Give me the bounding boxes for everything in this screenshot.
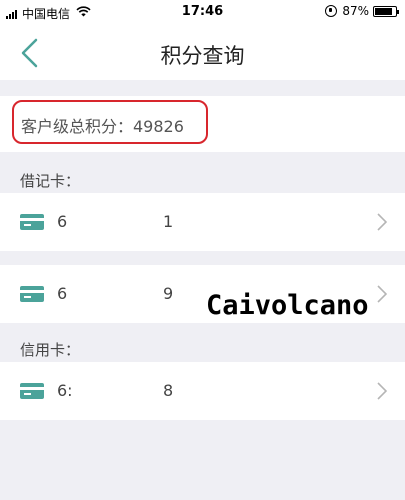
credit-card-row[interactable]: 6: 8 xyxy=(0,362,405,420)
status-right: 87% xyxy=(325,4,399,18)
status-bar: 中国电信 17:46 87% xyxy=(0,0,405,26)
chevron-right-icon xyxy=(377,213,387,231)
page-title: 积分查询 xyxy=(160,44,245,68)
rotation-lock-icon xyxy=(325,5,338,17)
total-score-row: 客户级总积分：49826 xyxy=(0,96,405,152)
battery-fill xyxy=(375,7,393,15)
card-number-start: 6 xyxy=(57,284,68,303)
debit-card-row[interactable]: 6 1 xyxy=(0,193,405,251)
debit-section-label: 借记卡： xyxy=(20,172,81,190)
card-icon xyxy=(20,286,44,302)
card-number-end: 8 xyxy=(163,381,174,400)
card-number-start: 6: xyxy=(57,381,73,400)
nav-bar: 积分查询 xyxy=(0,26,405,80)
card-number-end: 9 xyxy=(163,284,174,303)
card-number-start: 6 xyxy=(57,212,68,231)
card-icon xyxy=(20,383,44,399)
page-background xyxy=(0,420,405,500)
chevron-right-icon xyxy=(377,382,387,400)
battery-percent: 87% xyxy=(342,4,369,18)
chevron-right-icon xyxy=(377,285,387,303)
watermark-text: Caivolcano xyxy=(206,290,369,321)
credit-section-label: 信用卡： xyxy=(20,341,81,359)
card-number-end: 1 xyxy=(163,212,174,231)
battery-icon xyxy=(373,5,399,17)
total-score-text: 客户级总积分：49826 xyxy=(21,117,184,136)
card-icon xyxy=(20,214,44,230)
